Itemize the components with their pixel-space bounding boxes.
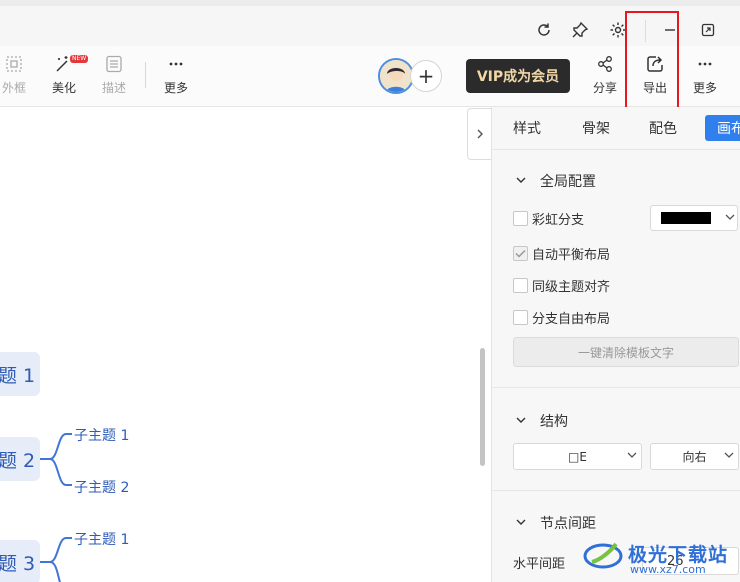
chevron-down-icon — [627, 451, 637, 462]
chevron-down-icon — [725, 213, 735, 224]
describe-label: 描述 — [101, 81, 126, 95]
chevron-down-icon — [516, 176, 526, 187]
toolbar-divider — [145, 62, 146, 88]
panel-collapse-button[interactable] — [467, 108, 491, 160]
export-highlight-box — [625, 11, 679, 114]
add-collaborator-button[interactable]: + — [410, 60, 442, 92]
tab-style[interactable]: 样式 — [513, 115, 541, 141]
align-same-level-checkbox[interactable] — [513, 278, 528, 293]
color-swatch — [661, 212, 711, 224]
restore-icon[interactable] — [696, 18, 720, 42]
branch-color-picker[interactable] — [650, 205, 738, 231]
direction-select[interactable]: 向右 — [650, 443, 739, 470]
clear-template-text-button[interactable]: 一键清除模板文字 — [513, 337, 739, 367]
free-layout-option[interactable]: 分支自由布局 — [513, 308, 610, 327]
refresh-icon[interactable] — [532, 18, 556, 42]
frame-button[interactable]: 外框 — [0, 52, 36, 102]
more-right-button[interactable]: 更多 — [683, 52, 727, 102]
pin-icon[interactable] — [568, 18, 592, 42]
branch-line — [40, 537, 72, 563]
structure-title: 结构 — [540, 414, 568, 430]
auto-balance-checkbox[interactable] — [513, 246, 528, 261]
panel-divider — [492, 490, 740, 491]
align-same-level-option[interactable]: 同级主题对齐 — [513, 276, 610, 295]
share-label: 分享 — [592, 81, 617, 95]
chevron-down-icon — [516, 416, 526, 427]
subtopic-node[interactable]: 子主题 2 — [74, 477, 129, 497]
panel-divider — [492, 149, 740, 150]
auto-balance-option[interactable]: 自动平衡布局 — [513, 244, 610, 263]
chevron-down-icon — [516, 518, 526, 529]
branch-lines — [40, 433, 72, 582]
subtopic-node[interactable]: 子主题 1 — [74, 425, 129, 445]
global-config-header[interactable]: 全局配置 — [516, 171, 596, 191]
horizontal-spacing-label: 水平间距 — [513, 557, 566, 572]
share-icon — [595, 52, 615, 76]
subtopic-node[interactable]: 子主题 1 — [74, 529, 129, 549]
rainbow-branch-label: 彩虹分支 — [532, 213, 585, 228]
tab-skeleton[interactable]: 骨架 — [582, 115, 610, 141]
more-left-button[interactable]: 更多 — [154, 52, 198, 102]
rainbow-branch-option[interactable]: 彩虹分支 — [513, 209, 584, 228]
more-right-label: 更多 — [692, 81, 717, 95]
layout-value: □E — [568, 449, 587, 464]
mindmap-canvas[interactable]: 题 1 题 2 题 3 子主题 1 子主题 2 子主题 1 — [0, 107, 491, 582]
branch-line — [40, 458, 72, 486]
tab-color-scheme[interactable]: 配色 — [649, 115, 677, 141]
chevron-right-icon — [477, 129, 483, 139]
global-config-title: 全局配置 — [540, 174, 596, 190]
list-icon — [104, 52, 124, 76]
beautify-label: 美化 — [51, 81, 76, 95]
more-dots-icon — [166, 52, 186, 76]
structure-header[interactable]: 结构 — [516, 411, 568, 431]
branch-line — [40, 433, 72, 460]
branch-line — [40, 561, 61, 582]
panel-divider — [492, 387, 740, 388]
watermark: 极光下载站 www.xz7.com — [582, 525, 740, 582]
more-left-label: 更多 — [163, 81, 188, 95]
avatar[interactable] — [378, 58, 414, 94]
layout-select[interactable]: □E — [513, 443, 642, 470]
rainbow-branch-checkbox[interactable] — [513, 211, 528, 226]
describe-button[interactable]: 描述 — [92, 52, 136, 102]
frame-icon — [4, 52, 24, 76]
vip-button[interactable]: VIP成为会员 — [466, 59, 570, 93]
more-dots-icon — [695, 52, 715, 76]
format-panel: 样式 骨架 配色 画布 全局配置 彩虹分支 自动平衡布局 同级主题对齐 分支自由… — [491, 107, 740, 582]
canvas-scrollbar[interactable] — [480, 348, 485, 466]
free-layout-label: 分支自由布局 — [532, 312, 611, 327]
align-same-level-label: 同级主题对齐 — [532, 280, 611, 295]
direction-value: 向右 — [682, 450, 707, 464]
free-layout-checkbox[interactable] — [513, 310, 528, 325]
topic-node[interactable]: 题 2 — [0, 437, 40, 481]
topic-node[interactable]: 题 3 — [0, 540, 40, 582]
share-button[interactable]: 分享 — [583, 52, 627, 102]
chevron-down-icon — [724, 451, 734, 462]
panel-tabs: 样式 骨架 配色 画布 — [492, 115, 740, 141]
frame-label: 外框 — [1, 81, 26, 95]
auto-balance-label: 自动平衡布局 — [532, 248, 611, 263]
new-badge: NEW — [70, 55, 89, 63]
watermark-logo-icon — [583, 542, 623, 568]
topic-node[interactable]: 题 1 — [0, 352, 40, 396]
tab-canvas[interactable]: 画布 — [705, 115, 740, 141]
watermark-url: www.xz7.com — [630, 563, 706, 576]
